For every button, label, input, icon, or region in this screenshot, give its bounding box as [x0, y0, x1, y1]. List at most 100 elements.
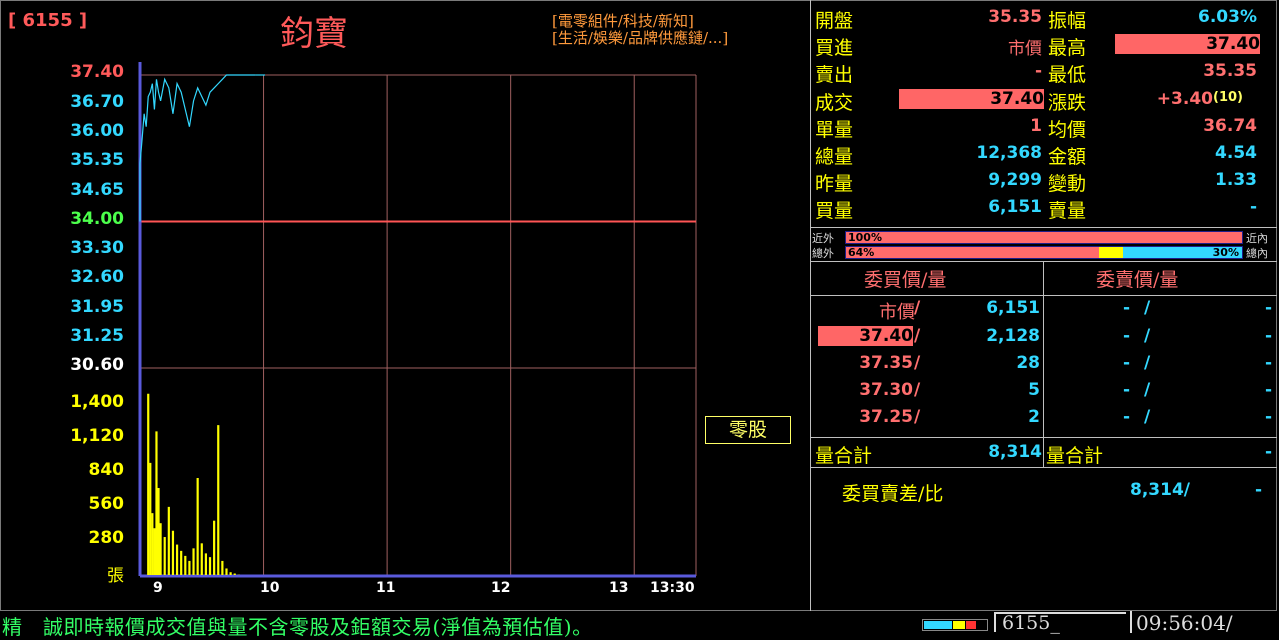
slash: / [914, 326, 921, 346]
ask-price[interactable]: - [1100, 353, 1130, 373]
ask-price[interactable]: - [1100, 407, 1130, 427]
bid-qty: 2,128 [986, 326, 1040, 346]
ask-qty: - [1264, 380, 1272, 400]
open-label: 開盤 [815, 10, 854, 32]
low-value: 35.35 [1203, 61, 1257, 81]
bid-qty: 28 [1016, 353, 1040, 373]
bid-label: 買進 [815, 37, 854, 59]
turnover-value: 1.33 [1215, 170, 1257, 190]
amplitude-label: 振幅 [1048, 10, 1087, 32]
sell-volume-value: - [1249, 197, 1257, 217]
slash: / [1144, 380, 1151, 400]
slash: / [1144, 326, 1151, 346]
ask-price[interactable]: - [1100, 380, 1130, 400]
ask-price[interactable]: - [1100, 298, 1130, 318]
high-label: 最高 [1048, 37, 1087, 59]
near-in-label: 近內 [1246, 232, 1268, 245]
bid-total-value: 8,314 [988, 442, 1042, 462]
price-line [139, 74, 256, 222]
sell-volume-label: 賣量 [1048, 200, 1087, 222]
total-out-fill [846, 247, 1100, 258]
divider [811, 261, 1277, 262]
divider [811, 227, 1277, 228]
connection-indicator [922, 619, 988, 631]
slash: / [1144, 298, 1151, 318]
time-tick: 12 [491, 580, 511, 596]
ask-total-label: 量合計 [1046, 445, 1104, 467]
bid-header: 委買價/量 [864, 269, 947, 291]
bid-ask-diff-label: 委買賣差/比 [842, 483, 944, 505]
last-value: 37.40 [899, 89, 1044, 109]
amplitude-value: 6.03% [1198, 7, 1257, 27]
slash: / [1144, 407, 1151, 427]
change-value: +3.40 [1156, 89, 1213, 109]
time-tick: 10 [260, 580, 280, 596]
avg-value: 36.74 [1203, 116, 1257, 136]
bid-price[interactable]: 37.35 [818, 353, 913, 373]
buy-volume-value: 6,151 [988, 197, 1042, 217]
clock: 09:56:04/ [1130, 611, 1233, 635]
stock-code-input[interactable]: 6155_ [994, 612, 1126, 633]
prev-volume-value: 9,299 [988, 170, 1042, 190]
amount-label: 金額 [1048, 146, 1087, 168]
turnover-label: 變動 [1048, 173, 1087, 195]
odd-lot-button[interactable]: 零股 [705, 416, 791, 444]
ask-total-value: - [1264, 442, 1272, 462]
bid-price-highlight[interactable]: 37.40 [818, 326, 913, 346]
prev-volume-label: 昨量 [815, 173, 854, 195]
change-limit-badge: (10) [1213, 90, 1243, 105]
bid-total-label: 量合計 [815, 445, 873, 467]
ask-qty: - [1264, 298, 1272, 318]
slash: / [914, 353, 921, 373]
slash: / [914, 298, 921, 318]
total-volume-label: 總量 [815, 146, 854, 168]
ask-value: - [1034, 61, 1042, 81]
time-tick: 11 [376, 580, 396, 596]
total-pressure-bar: 64% 30% [845, 246, 1243, 259]
ask-header: 委賣價/量 [1096, 269, 1179, 291]
near-out-fill [846, 232, 1242, 243]
time-tick: 13 [609, 580, 629, 596]
ask-qty: - [1264, 326, 1272, 346]
near-pressure-bar: 100% [845, 231, 1243, 244]
slash: / [914, 380, 921, 400]
near-out-pct: 100% [848, 231, 882, 244]
bid-price[interactable]: 市價 [818, 298, 915, 324]
open-value: 35.35 [988, 7, 1042, 27]
bid-price[interactable]: 37.25 [818, 407, 913, 427]
divider [811, 467, 1277, 468]
slash: / [1144, 353, 1151, 373]
divider [811, 437, 1277, 438]
amount-value: 4.54 [1215, 143, 1257, 163]
intraday-chart [138, 62, 697, 578]
panel-divider [810, 0, 811, 611]
slash: / [914, 407, 921, 427]
bid-value: 市價 [1008, 39, 1042, 59]
lot-label: 單量 [815, 119, 854, 141]
lot-value: 1 [1030, 116, 1042, 136]
divider [811, 295, 1277, 296]
last-label: 成交 [815, 92, 854, 114]
bid-ask-diff-value: 8,314/ [1130, 480, 1190, 500]
bid-qty: 5 [1028, 380, 1040, 400]
bid-qty: 2 [1028, 407, 1040, 427]
ask-qty: - [1264, 407, 1272, 427]
total-out-label: 總外 [812, 247, 834, 260]
time-tick: 9 [153, 580, 163, 596]
news-ticker[interactable]: 精 誠即時報價成交值與量不含零股及鉅額交易(淨值為預估值)。 [2, 611, 593, 640]
total-out-pct: 64% [848, 246, 875, 259]
near-out-label: 近外 [812, 232, 834, 245]
total-in-label: 總內 [1246, 247, 1268, 260]
bid-qty: 6,151 [986, 298, 1040, 318]
ask-price[interactable]: - [1100, 326, 1130, 346]
high-value: 37.40 [1115, 34, 1260, 54]
ask-label: 賣出 [815, 64, 854, 86]
avg-label: 均價 [1048, 119, 1087, 141]
low-label: 最低 [1048, 64, 1087, 86]
time-tick-close: 13:30 [650, 580, 695, 596]
total-volume-value: 12,368 [976, 143, 1042, 163]
ask-qty: - [1264, 353, 1272, 373]
change-label: 漲跌 [1048, 92, 1087, 114]
bid-price[interactable]: 37.30 [818, 380, 913, 400]
status-bar: 精 誠即時報價成交值與量不含零股及鉅額交易(淨值為預估值)。 6155_ 09:… [0, 611, 1279, 639]
